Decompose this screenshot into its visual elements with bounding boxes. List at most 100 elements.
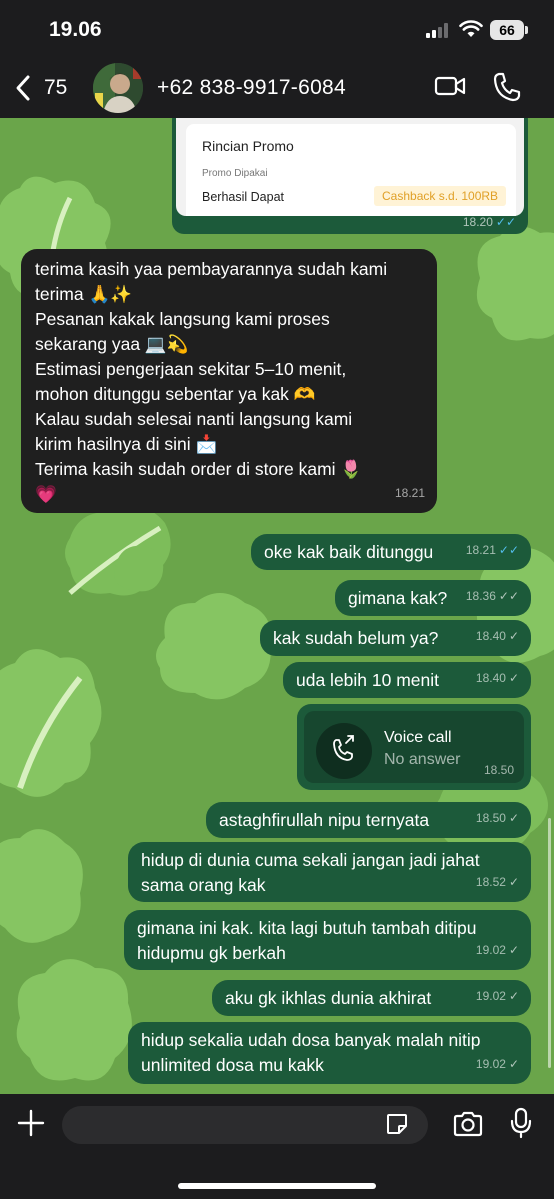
message-time: 18.40 <box>475 671 506 685</box>
message-time: 18.21 <box>465 543 496 557</box>
input-bar <box>0 1094 554 1199</box>
message-text: unlimited dosa mu kakk <box>141 1055 324 1075</box>
lettuce-wallpaper-icon <box>114 545 164 592</box>
message-meta: 18.20 ✓✓ <box>463 215 516 229</box>
promo-subtitle: Promo Dipakai <box>202 168 268 179</box>
outgoing-message-bubble[interactable]: gimana ini kak. kita lagi butuh tambah d… <box>124 910 531 970</box>
outgoing-message-bubble[interactable]: hidup sekalia udah dosa banyak malah nit… <box>128 1022 531 1084</box>
wifi-icon <box>459 20 483 37</box>
plus-icon[interactable] <box>16 1108 46 1138</box>
message-time: 18.21 <box>394 486 425 500</box>
lettuce-wallpaper-icon <box>16 959 132 1081</box>
voice-call-title: Voice call <box>384 729 452 746</box>
sent-receipt-icon: ✓ <box>508 943 519 957</box>
message-text: hidupmu gk berkah <box>137 943 286 963</box>
message-meta: 18.50 ✓ <box>476 806 519 831</box>
status-bar: 19.06 66 <box>0 0 554 58</box>
unread-count: 75 <box>44 76 68 99</box>
signal-icon <box>426 22 452 38</box>
back-button[interactable]: 75 <box>14 68 67 108</box>
message-time: 18.52 <box>475 875 506 889</box>
promo-message-bubble[interactable]: Rincian Promo Promo Dipakai Berhasil Dap… <box>172 118 528 234</box>
message-text: hidup sekalia udah dosa banyak malah nit… <box>141 1030 481 1050</box>
phone-missed-icon <box>333 735 354 761</box>
battery-nub <box>525 26 528 34</box>
outgoing-message-bubble[interactable]: aku gk ikhlas dunia akhirat 19.02 ✓ <box>212 980 531 1016</box>
sent-receipt-icon: ✓ <box>508 629 519 643</box>
voice-call-bubble[interactable]: Voice call No answer 18.50 <box>297 704 531 790</box>
message-meta: 18.40 ✓ <box>476 666 519 691</box>
message-text: terima kasih yaa pembayarannya sudah kam… <box>35 259 388 279</box>
battery-indicator: 66 <box>490 20 524 40</box>
voice-call-status: No answer <box>384 751 461 768</box>
message-meta: 18.21 <box>395 481 425 506</box>
lettuce-wallpaper-icon <box>156 593 271 700</box>
message-time: 18.20 <box>462 215 493 229</box>
message-time: 18.50 <box>483 763 514 777</box>
sticker-icon[interactable] <box>385 1112 409 1136</box>
outgoing-message-bubble[interactable]: gimana kak? 18.36 ✓✓ <box>335 580 531 616</box>
message-text: Estimasi pengerjaan sekitar 5–10 menit, <box>35 359 347 379</box>
message-text: sekarang yaa 💻💫 <box>35 334 189 354</box>
scrollbar[interactable] <box>548 818 551 1068</box>
sent-receipt-icon: ✓ <box>508 989 519 1003</box>
status-time: 19.06 <box>49 18 102 41</box>
avatar[interactable] <box>93 63 143 113</box>
contact-name[interactable]: +62 838-9917-6084 <box>157 76 346 100</box>
message-text: terima 🙏✨ <box>35 284 133 304</box>
message-time: 19.02 <box>475 943 506 957</box>
incoming-message-bubble[interactable]: terima kasih yaa pembayarannya sudah kam… <box>21 249 437 513</box>
message-meta: 18.40 ✓ <box>476 624 519 649</box>
outgoing-message-bubble[interactable]: kak sudah belum ya? 18.40 ✓ <box>260 620 531 656</box>
sent-receipt-icon: ✓ <box>508 1057 519 1071</box>
message-text: astaghfirullah nipu ternyata <box>219 810 430 830</box>
message-input[interactable] <box>62 1106 428 1144</box>
avatar-image <box>93 63 143 113</box>
message-text: gimana ini kak. kita lagi butuh tambah d… <box>137 918 477 938</box>
message-text: Terima kasih sudah order di store kami 🌷 <box>35 459 363 479</box>
voice-call-card[interactable]: Voice call No answer 18.50 <box>304 711 524 783</box>
lettuce-wallpaper-icon <box>477 226 554 341</box>
outgoing-message-bubble[interactable]: hidup di dunia cuma sekali jangan jadi j… <box>128 842 531 902</box>
phone-icon[interactable] <box>492 71 522 103</box>
message-time: 19.02 <box>475 1057 506 1071</box>
home-indicator <box>178 1183 376 1189</box>
back-chevron-icon <box>16 75 30 101</box>
voice-call-icon-wrap <box>316 723 372 779</box>
sent-receipt-icon: ✓ <box>508 671 519 685</box>
message-time: 18.50 <box>475 811 506 825</box>
video-call-icon[interactable] <box>434 74 466 98</box>
message-meta: 18.52 ✓ <box>476 870 519 895</box>
outgoing-message-bubble[interactable]: uda lebih 10 menit 18.40 ✓ <box>283 662 531 698</box>
chat-header: 75 +62 838-9917-6084 <box>0 58 554 118</box>
message-meta: 18.36 ✓✓ <box>466 584 519 609</box>
delivered-receipt-icon: ✓✓ <box>498 589 519 603</box>
message-time: 18.40 <box>475 629 506 643</box>
outgoing-message-bubble[interactable]: oke kak baik ditunggu 18.21 ✓✓ <box>251 534 531 570</box>
promo-badge: Cashback s.d. 100RB <box>374 186 507 206</box>
message-text: mohon ditunggu sebentar ya kak 🫶 <box>35 384 316 404</box>
promo-card: Rincian Promo Promo Dipakai Berhasil Dap… <box>186 124 516 216</box>
outgoing-message-bubble[interactable]: astaghfirullah nipu ternyata 18.50 ✓ <box>206 802 531 838</box>
message-text: Kalau sudah selesai nanti langsung kami <box>35 409 353 429</box>
message-meta: 19.02 ✓ <box>476 938 519 963</box>
read-receipt-icon: ✓✓ <box>498 543 519 557</box>
message-text: aku gk ikhlas dunia akhirat <box>225 988 432 1008</box>
message-text: Pesanan kakak langsung kami proses <box>35 309 330 329</box>
sent-receipt-icon: ✓ <box>508 875 519 889</box>
read-receipt-icon: ✓✓ <box>495 215 516 229</box>
promo-image[interactable]: Rincian Promo Promo Dipakai Berhasil Dap… <box>176 118 524 216</box>
message-time: 19.02 <box>475 989 506 1003</box>
lettuce-wallpaper-icon <box>0 649 102 797</box>
message-meta: 18.21 ✓✓ <box>466 538 519 563</box>
promo-row-label: Berhasil Dapat <box>202 190 284 204</box>
chat-area[interactable]: Rincian Promo Promo Dipakai Berhasil Dap… <box>0 118 554 1094</box>
lettuce-wallpaper-icon <box>0 829 83 943</box>
message-text: 💗 <box>35 484 57 504</box>
message-text: sama orang kak <box>141 875 266 895</box>
camera-icon[interactable] <box>452 1111 484 1137</box>
mic-icon[interactable] <box>510 1107 532 1139</box>
message-text: kirim hasilnya di sini 📩 <box>35 434 218 454</box>
message-time: 18.36 <box>465 589 496 603</box>
sent-receipt-icon: ✓ <box>508 811 519 825</box>
